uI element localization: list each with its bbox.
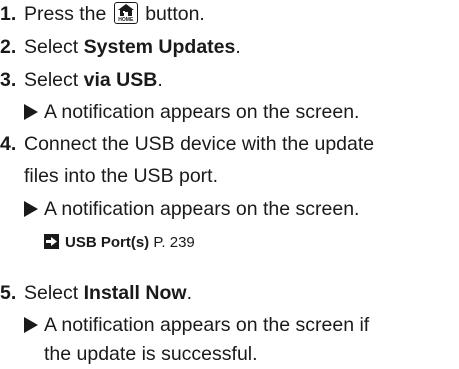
step-3: 3. Select via USB. [0,67,455,94]
xref-label: USB Port(s) [65,234,150,251]
triangle-bullet-icon [24,317,38,333]
step-number: 2. [0,36,17,58]
step-1: 1. Press the HOME button. [0,1,455,28]
step-text-end: . [186,282,192,304]
step-2: 2. Select System Updates. [0,34,455,61]
menu-item-system-updates: System Updates [83,36,236,58]
step-text: Select [24,36,84,58]
step-3-note: A notification appears on the screen. [24,99,455,126]
step-4-note: A notification appears on the screen. [24,196,455,223]
triangle-bullet-icon [24,201,38,217]
step-text-end: button. [139,3,205,25]
step-text-end: . [157,69,163,91]
step-number: 4. [0,133,17,155]
step-number: 5. [0,282,17,304]
note-text: A notification appears on the screen if [44,314,370,336]
step-4: 4. Connect the USB device with the update [0,131,455,158]
note-text: A notification appears on the screen. [44,101,360,123]
triangle-bullet-icon [24,104,38,120]
step-text: Press the [24,3,107,25]
home-icon: HOME [113,2,138,24]
cross-reference-link[interactable]: USB Port(s) P. 239 [44,229,195,256]
arrow-right-icon [44,234,59,249]
step-text: files into the USB port. [24,165,219,187]
step-5: 5. Select Install Now. [0,280,455,307]
step-4-continued: files into the USB port. [0,163,455,190]
step-text-end: . [235,36,241,58]
note-text: the update is successful. [44,343,258,365]
step-text: Select [24,282,84,304]
step-text: Connect the USB device with the update [24,133,375,155]
step-number: 1. [0,3,17,25]
home-icon-label: HOME [118,17,134,23]
step-5-note-continued: the update is successful. [24,341,455,368]
step-number: 3. [0,69,17,91]
step-5-note: A notification appears on the screen if [24,312,455,339]
xref-page: P. 239 [149,234,195,251]
note-text: A notification appears on the screen. [44,198,360,220]
menu-item-install-now: Install Now [83,282,187,304]
step-text: Select [24,69,84,91]
menu-item-via-usb: via USB [83,69,158,91]
